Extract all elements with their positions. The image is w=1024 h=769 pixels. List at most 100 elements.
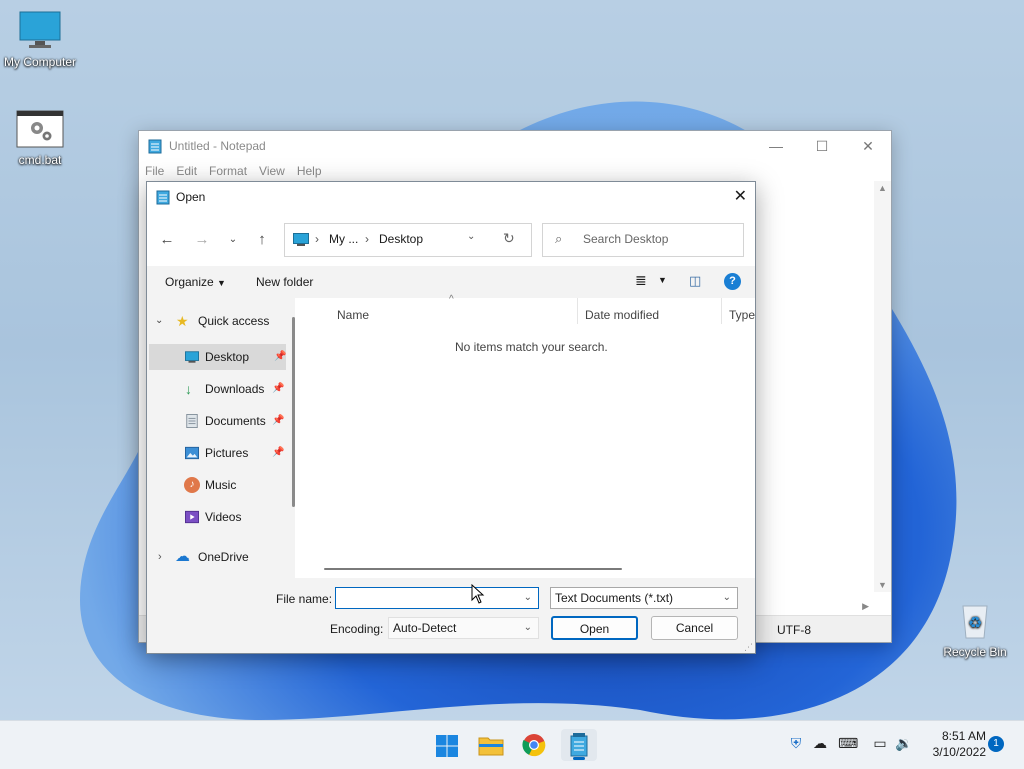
open-button[interactable]: Open [551,616,638,640]
sidebar-item-videos[interactable]: Videos [147,504,287,530]
sidebar-item-label: Documents [205,414,266,428]
volume-icon[interactable]: 🔉 [894,735,914,755]
sidebar-item-onedrive[interactable]: › ☁ OneDrive [147,544,287,570]
display-icon[interactable]: ▭ [870,735,890,755]
organize-label: Organize [165,275,214,289]
dialog-titlebar[interactable]: Open ✕ [147,182,755,212]
sidebar-item-quick-access[interactable]: ⌄ ★ Quick access [147,308,287,334]
menu-format[interactable]: Format [203,161,253,181]
navigation-pane: ⌄ ★ Quick access Desktop 📌 ↓ Downloads 📌… [147,298,295,578]
desktop-icon-cmd-bat[interactable]: cmd.bat [0,110,80,167]
sidebar-item-documents[interactable]: Documents 📌 [147,408,287,434]
new-folder-button[interactable]: New folder [256,275,313,289]
encoding-select[interactable]: Auto-Detect ⌄ [388,617,539,639]
search-box[interactable]: ⌕ Search Desktop [542,223,744,257]
network-offline-icon[interactable]: ☁ [810,735,830,755]
taskbar-file-explorer[interactable] [473,729,509,761]
scroll-down-icon[interactable]: ▼ [878,580,887,590]
scroll-up-icon[interactable]: ▲ [878,183,887,193]
organize-button[interactable]: Organize ▼ [165,275,226,289]
pin-icon: 📌 [272,415,285,426]
open-dialog[interactable]: Open ✕ ← → ⌄ ↑ › My ... › Desktop ⌄ ↻ ⌕ … [146,181,756,654]
column-header-type[interactable]: Type [729,308,755,322]
chevron-down-icon[interactable]: ▼ [658,275,667,285]
sidebar-scrollbar[interactable] [292,317,295,507]
view-options-icon[interactable]: ≣ [635,272,647,289]
menu-file[interactable]: File [139,161,170,181]
notepad-vertical-scrollbar[interactable]: ▲ ▼ [874,181,891,592]
svg-text:♻: ♻ [968,613,982,632]
sidebar-item-label: Quick access [198,314,270,328]
music-icon: ♪ [184,477,200,493]
notepad-menubar: File Edit Format View Help [139,161,891,181]
column-header-name[interactable]: Name [337,308,369,322]
menu-help[interactable]: Help [291,161,328,181]
recent-locations-button[interactable]: ⌄ [221,228,245,252]
preview-pane-icon[interactable]: ◫ [689,273,701,289]
chevron-right-icon: › [315,232,319,246]
sidebar-item-pictures[interactable]: Pictures 📌 [147,440,287,466]
maximize-button[interactable]: ☐ [799,131,845,161]
up-button[interactable]: ↑ [250,228,274,252]
taskbar-notepad[interactable] [561,729,597,761]
menu-edit[interactable]: Edit [170,161,203,181]
horizontal-scrollbar[interactable] [324,568,622,570]
keyboard-icon[interactable]: ⌨ [838,735,858,755]
desktop-icon-recycle-bin[interactable]: ♻ Recycle Bin [935,600,1015,659]
forward-button[interactable]: → [190,228,214,252]
address-dropdown-icon[interactable]: ⌄ [467,231,475,242]
file-name-input[interactable]: ⌄ [335,587,539,609]
menu-view[interactable]: View [253,161,291,181]
monitor-icon [19,11,61,48]
minimize-button[interactable]: — [753,131,799,161]
chevron-down-icon[interactable]: ⌄ [155,308,163,334]
address-bar[interactable]: › My ... › Desktop ⌄ ↻ [284,223,532,257]
sidebar-item-desktop[interactable]: Desktop 📌 [149,344,286,370]
clock[interactable]: 8:51 AM 3/10/2022 [922,728,986,760]
breadcrumb-desktop[interactable]: Desktop [379,232,423,246]
sidebar-item-label: OneDrive [198,550,249,564]
sidebar-item-downloads[interactable]: ↓ Downloads 📌 [147,376,287,402]
desktop-icon-my-computer[interactable]: My Computer [0,10,80,69]
pin-icon: 📌 [272,383,285,394]
security-shield-icon[interactable]: ⛨ [786,735,806,755]
dialog-footer: File name: ⌄ Text Documents (*.txt) ⌄ En… [147,578,755,653]
minimize-icon: — [769,138,783,154]
column-header-date-modified[interactable]: Date modified [585,308,659,322]
chevron-down-icon: ⌄ [228,234,238,245]
encoding-value: Auto-Detect [393,621,457,635]
chevron-down-icon[interactable]: ⌄ [524,588,532,608]
cancel-button[interactable]: Cancel [651,616,738,640]
file-name-label: File name: [276,592,333,606]
notepad-icon [156,190,170,205]
cloud-icon: ☁ [175,548,190,565]
close-icon: ✕ [862,138,874,154]
scroll-right-icon[interactable]: ▶ [862,601,869,612]
notepad-icon [570,733,588,757]
notification-badge[interactable]: 1 [988,736,1004,752]
sidebar-item-label: Videos [205,510,242,524]
column-divider[interactable] [721,298,722,324]
start-button[interactable] [429,729,465,761]
back-button[interactable]: ← [155,228,179,252]
download-icon: ↓ [185,381,192,397]
taskbar-chrome[interactable] [517,729,553,761]
breadcrumb-my-computer[interactable]: My ... [329,232,358,246]
mouse-cursor [471,584,485,604]
sidebar-item-music[interactable]: ♪ Music [147,472,287,498]
file-list[interactable]: ^ Name Date modified Type No items match… [304,294,755,578]
desktop-icon-label: My Computer [3,55,77,69]
navigation-bar: ← → ⌄ ↑ › My ... › Desktop ⌄ ↻ ⌕ Search … [147,220,755,260]
close-icon[interactable]: ✕ [734,186,747,206]
batch-file-icon [16,110,64,148]
close-button[interactable]: ✕ [845,131,891,161]
file-type-select[interactable]: Text Documents (*.txt) ⌄ [550,587,738,609]
pictures-icon [185,446,199,460]
resize-grip-icon[interactable]: ⋰ [744,642,753,653]
refresh-icon[interactable]: ↻ [503,230,515,247]
notepad-titlebar[interactable]: Untitled - Notepad — ☐ ✕ [139,131,891,161]
sidebar-item-label: Music [205,478,237,492]
help-icon[interactable]: ? [724,273,741,290]
chevron-right-icon[interactable]: › [158,544,162,570]
column-divider[interactable] [577,298,578,324]
